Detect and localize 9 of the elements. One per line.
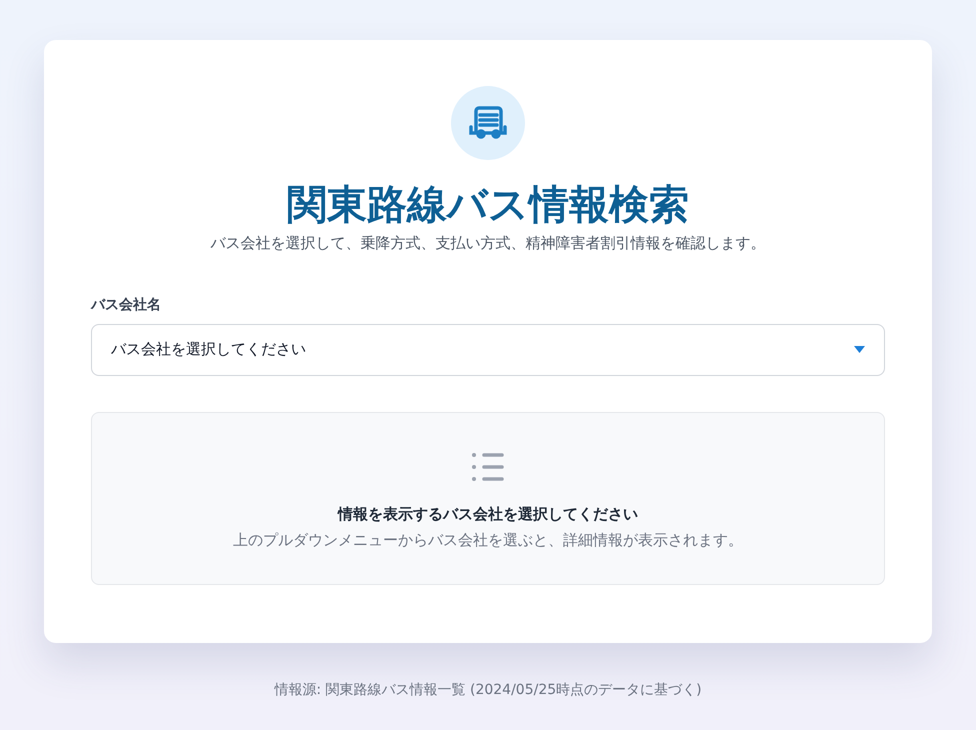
source-note: 情報源: 関東路線バス情報一覧 (2024/05/25時点のデータに基づく)	[274, 681, 702, 700]
page-title: 関東路線バス情報検索	[287, 181, 689, 230]
empty-state-title: 情報を表示するバス会社を選択してください	[338, 504, 638, 524]
caret-icon	[854, 346, 865, 353]
company-dropdown[interactable]: バス会社を選択してください	[91, 324, 885, 376]
field-label: バス会社名	[91, 296, 162, 314]
list-icon	[471, 450, 505, 482]
page-subtitle: バス会社を選択して、乗降方式、支払い方式、精神障害者割引情報を確認します。	[210, 233, 766, 254]
empty-state-message: 上のプルダウンメニューからバス会社を選ぶと、詳細情報が表示されます。	[233, 530, 743, 551]
